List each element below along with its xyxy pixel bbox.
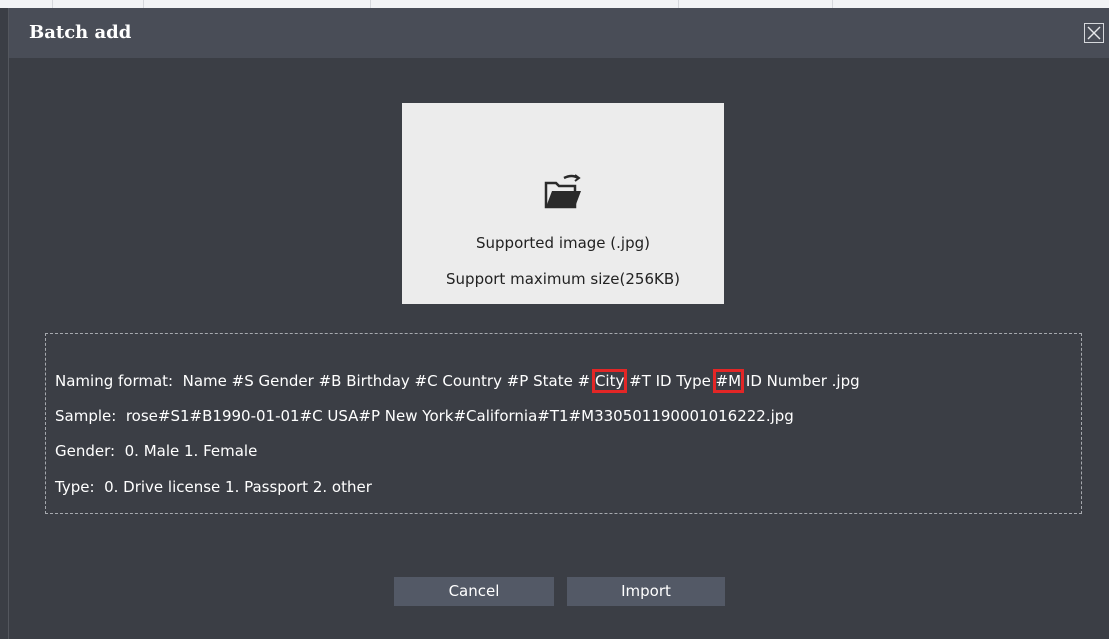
gender-value: 0. Male 1. Female bbox=[124, 442, 258, 460]
gender-line: Gender: 0. Male 1. Female bbox=[55, 442, 257, 460]
type-label: Type: bbox=[55, 478, 95, 496]
background-column-divider bbox=[52, 0, 53, 8]
type-line: Type: 0. Drive license 1. Passport 2. ot… bbox=[55, 478, 372, 496]
import-button[interactable]: Import bbox=[567, 577, 725, 606]
city-highlight: City bbox=[591, 369, 628, 393]
naming-info-box: Naming format: Name #S Gender #B Birthda… bbox=[45, 333, 1082, 514]
background-column-divider bbox=[678, 0, 679, 8]
image-upload-area[interactable]: Supported image (.jpg) Support maximum s… bbox=[402, 103, 724, 304]
background-page-strip bbox=[0, 0, 1109, 8]
naming-format-part2: #T ID Type bbox=[629, 372, 716, 390]
max-size-text: Support maximum size(256KB) bbox=[446, 270, 680, 288]
folder-open-icon bbox=[544, 174, 581, 209]
supported-format-text: Supported image (.jpg) bbox=[476, 234, 650, 252]
batch-add-dialog: Batch add Supported image (.jpg) Support… bbox=[8, 8, 1109, 639]
dialog-titlebar: Batch add bbox=[9, 8, 1109, 58]
type-value: 0. Drive license 1. Passport 2. other bbox=[104, 478, 372, 496]
naming-format-line: Naming format: Name #S Gender #B Birthda… bbox=[55, 369, 860, 393]
close-button[interactable] bbox=[1084, 23, 1104, 43]
gender-label: Gender: bbox=[55, 442, 116, 460]
naming-format-label: Naming format: bbox=[55, 372, 174, 390]
background-column-divider bbox=[370, 0, 371, 8]
sample-label: Sample: bbox=[55, 407, 117, 425]
naming-format-part1: Name #S Gender #B Birthday #C Country #P… bbox=[182, 372, 591, 390]
sample-line: Sample: rose#S1#B1990-01-01#C USA#P New … bbox=[55, 407, 794, 425]
m-highlight: #M bbox=[712, 369, 745, 393]
cancel-button[interactable]: Cancel bbox=[394, 577, 554, 606]
background-column-divider bbox=[143, 0, 144, 8]
background-column-divider bbox=[832, 0, 833, 8]
dialog-title: Batch add bbox=[29, 22, 132, 43]
close-icon bbox=[1087, 26, 1101, 40]
naming-format-part3: ID Number .jpg bbox=[745, 372, 860, 390]
sample-value: rose#S1#B1990-01-01#C USA#P New York#Cal… bbox=[125, 407, 794, 425]
